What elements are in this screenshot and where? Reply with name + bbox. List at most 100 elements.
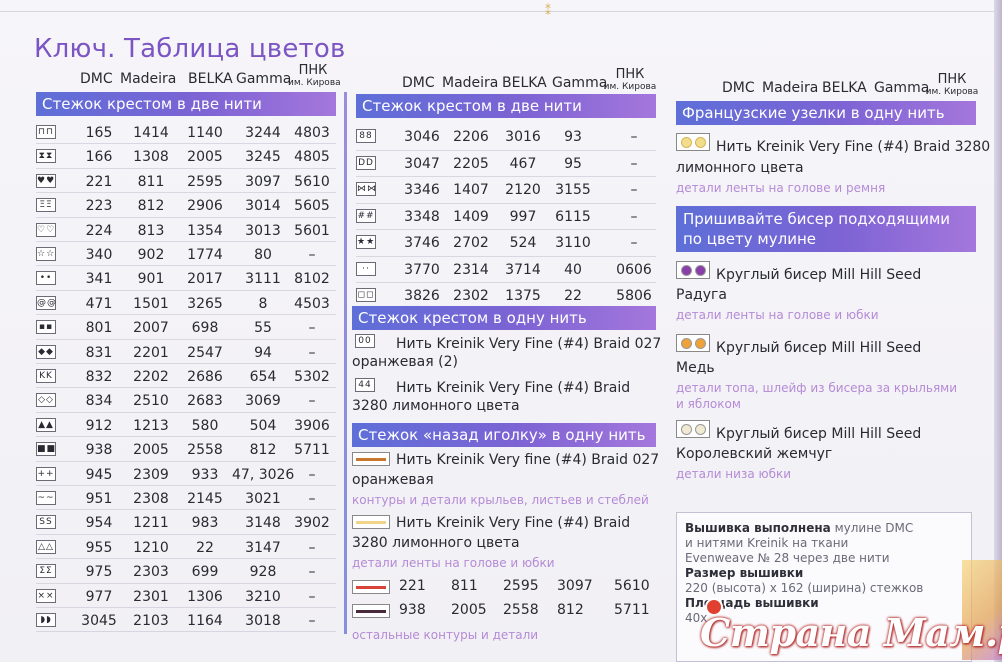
thread-line1: Нить Kreinik Very Fine (#4) Braid 027 bbox=[396, 336, 662, 352]
info-label-size: Размер вышивки bbox=[685, 566, 804, 580]
madeira-cell: 2007 bbox=[133, 320, 169, 337]
bead-line2: Радуга bbox=[676, 287, 727, 303]
info-text: и нитями Kreinik на ткани bbox=[685, 536, 849, 550]
pnk-cell: 5806 bbox=[616, 288, 652, 304]
belka-cell: 2547 bbox=[187, 344, 223, 361]
pnk-cell: – bbox=[630, 208, 638, 225]
brand-belka: BELKA bbox=[822, 80, 867, 96]
pnk-cell: 4805 bbox=[294, 149, 330, 166]
dmc-cell: 951 bbox=[85, 491, 113, 507]
madeira-cell: 2308 bbox=[133, 491, 169, 507]
chart-symbol-icon: 44 bbox=[355, 378, 375, 392]
pnk-cell: – bbox=[308, 466, 316, 483]
dmc-cell: 340 bbox=[85, 247, 113, 263]
pnk-cell: – bbox=[630, 155, 638, 172]
bead-line2: Медь bbox=[676, 360, 715, 376]
pnk-cell: 4803 bbox=[294, 125, 330, 141]
col2-backstitch-section-title: Стежок «назад иголку» в одну нить bbox=[352, 423, 656, 447]
table-row: ▪▪ 801 2007 698 55 – bbox=[36, 315, 336, 340]
thread-line1: Нить Kreinik Very Fine (#4) Braid bbox=[396, 380, 631, 396]
dmc-cell: 954 bbox=[85, 515, 113, 532]
bead-line1: Круглый бисер Mill Hill Seed bbox=[716, 426, 922, 442]
brand-pnk: ПНК им. Кирова bbox=[925, 72, 979, 97]
pnk-cell: – bbox=[630, 129, 638, 145]
table-row: DD 3047 2205 467 95 – bbox=[356, 151, 656, 177]
gamma-cell: 40 bbox=[564, 261, 582, 278]
bead-dot bbox=[695, 424, 706, 435]
chart-symbol-icon: DD bbox=[356, 155, 376, 170]
brand-gamma: Gamma bbox=[552, 75, 608, 91]
thread-line1: Нить Kreinik Very Fine (#4) Braid bbox=[396, 515, 631, 531]
belka-cell: 983 bbox=[191, 515, 219, 532]
madeira-cell: 1407 bbox=[453, 182, 489, 198]
gamma-cell: 95 bbox=[564, 155, 582, 172]
chart-symbol-icon: ΞΞ bbox=[36, 198, 56, 213]
thread-swatch-icon bbox=[352, 604, 390, 618]
madeira-cell: 901 bbox=[137, 271, 165, 288]
madeira-cell: 813 bbox=[137, 222, 165, 239]
thread-line-icon bbox=[356, 521, 386, 524]
table-row: @@ 471 1501 3265 8 4503 bbox=[36, 291, 336, 316]
pnk-cell: – bbox=[308, 613, 316, 629]
bead-icon bbox=[676, 420, 710, 438]
madeira-cell: 2005 bbox=[451, 602, 487, 618]
bead-dot bbox=[695, 338, 706, 349]
chart-symbol-icon: ×× bbox=[36, 588, 56, 603]
madeira-cell: 2202 bbox=[133, 369, 169, 385]
table-row: △△ 955 1210 22 3147 – bbox=[36, 535, 336, 560]
thread-swatch-icon bbox=[352, 580, 390, 594]
table-row: ·· 3770 2314 3714 40 0606 bbox=[356, 257, 656, 283]
thread-note: детали ленты на голове и юбки bbox=[352, 556, 555, 570]
gamma-cell: 55 bbox=[254, 320, 272, 337]
chart-symbol-icon: 00 bbox=[355, 334, 375, 348]
chart-symbol-icon: ■■ bbox=[36, 442, 57, 457]
chart-symbol-icon: ★★ bbox=[356, 235, 376, 249]
brand-dmc: DMC bbox=[80, 71, 113, 87]
knot-dot bbox=[681, 137, 692, 148]
thread-note: контуры и детали крыльев, листьев и стеб… bbox=[352, 493, 649, 507]
madeira-cell: 2702 bbox=[453, 235, 489, 251]
table-row: KK 832 2202 2686 654 5302 bbox=[36, 364, 336, 389]
belka-cell: 1774 bbox=[187, 247, 223, 263]
chart-symbol-icon: △△ bbox=[36, 539, 56, 554]
belka-cell: 2686 bbox=[187, 369, 223, 385]
gamma-cell: 94 bbox=[254, 344, 272, 361]
madeira-cell: 811 bbox=[451, 578, 478, 594]
table-row: ⊓⊓ 165 1414 1140 3244 4803 bbox=[36, 120, 336, 145]
brand-dmc: DMC bbox=[402, 75, 435, 91]
gamma-cell: 3244 bbox=[245, 125, 281, 141]
gamma-cell: 3148 bbox=[245, 515, 281, 532]
pnk-cell: 5711 bbox=[294, 442, 330, 459]
madeira-cell: 1210 bbox=[133, 539, 169, 556]
chart-symbol-icon: @@ bbox=[36, 295, 57, 310]
madeira-cell: 1409 bbox=[453, 208, 489, 225]
belka-cell: 3714 bbox=[505, 261, 541, 278]
dmc-cell: 221 bbox=[399, 578, 426, 594]
knot-line1: Нить Kreinik Very Fine (#4) Braid 3280 bbox=[716, 139, 991, 155]
bead-note: детали низа юбки bbox=[676, 467, 792, 481]
table-row: ΣΣ 975 2303 699 928 – bbox=[36, 559, 336, 584]
chart-symbol-icon: ◆◆ bbox=[36, 344, 56, 359]
dmc-cell: 3770 bbox=[404, 261, 440, 278]
gamma-cell: 3014 bbox=[245, 198, 281, 215]
dmc-cell: 3826 bbox=[404, 288, 440, 304]
belka-cell: 22 bbox=[196, 539, 214, 556]
gamma-cell: 3069 bbox=[245, 393, 281, 410]
dmc-cell: 3346 bbox=[404, 182, 440, 198]
page-title: Ключ. Таблица цветов bbox=[34, 34, 346, 64]
col2-single-section-title: Стежок крестом в одну нить bbox=[352, 306, 656, 330]
pnk-cell: 5601 bbox=[294, 222, 330, 239]
gamma-cell: 3147 bbox=[245, 539, 281, 556]
french-knot-icon bbox=[676, 133, 710, 151]
dmc-cell: 938 bbox=[85, 442, 113, 459]
gamma-cell: 812 bbox=[249, 442, 277, 459]
brand-dmc: DMC bbox=[722, 80, 755, 96]
knot-note: детали ленты на голове и ремня bbox=[676, 181, 886, 195]
dmc-cell: 224 bbox=[85, 222, 113, 239]
madeira-cell: 902 bbox=[137, 247, 165, 263]
dmc-cell: 3046 bbox=[404, 129, 440, 145]
pnk-cell: 8102 bbox=[294, 271, 330, 288]
pnk-cell: 4503 bbox=[294, 295, 330, 312]
gamma-cell: 3021 bbox=[245, 491, 281, 507]
madeira-cell: 2205 bbox=[453, 155, 489, 172]
